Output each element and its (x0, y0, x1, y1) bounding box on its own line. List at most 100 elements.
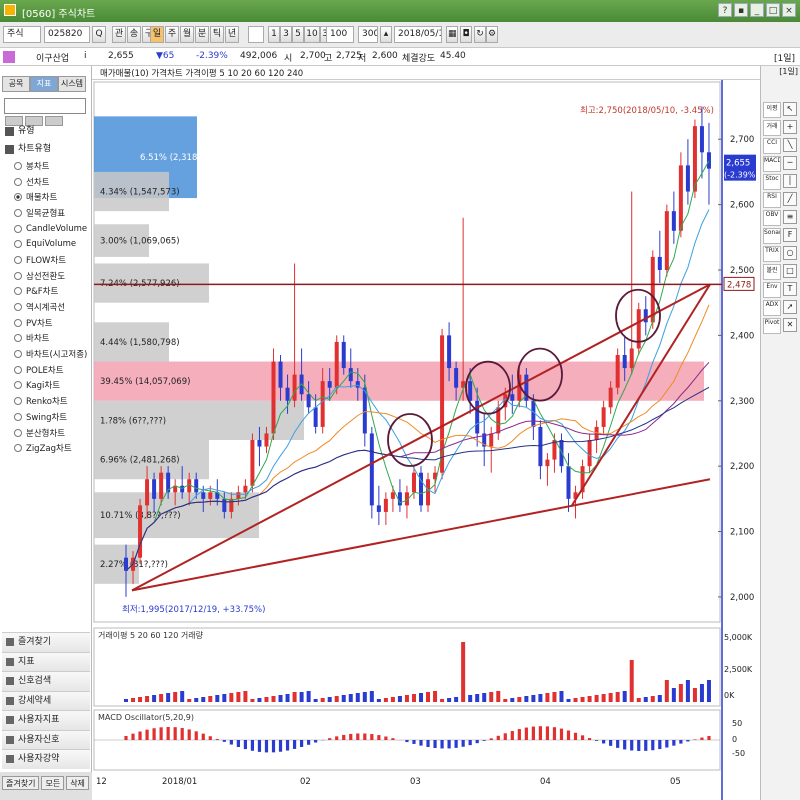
chart-type-option[interactable]: 매물차트 (14, 189, 87, 205)
radio-icon[interactable] (14, 240, 22, 249)
pointer-tool-icon[interactable]: ↖ (783, 102, 797, 116)
rect-tool-icon[interactable]: □ (783, 264, 797, 278)
eraser-tool-icon[interactable]: ✕ (783, 318, 797, 332)
lock-icon[interactable]: ◘ (460, 26, 472, 43)
interval-btn-0[interactable]: 1 (268, 26, 280, 43)
period-btn-1[interactable]: 월 (180, 26, 194, 43)
radio-icon[interactable] (14, 318, 22, 327)
radio-icon[interactable] (14, 255, 22, 264)
chart-type-option[interactable]: 역시계곡선 (14, 299, 87, 315)
chart-type-option[interactable]: FLOW차트 (14, 252, 87, 268)
line-tool-icon[interactable]: ╲ (783, 138, 797, 152)
period-btn-2[interactable]: 분 (195, 26, 209, 43)
indicator-button[interactable]: CCI (763, 138, 781, 154)
channel-tool-icon[interactable]: ≡ (783, 210, 797, 224)
radio-icon[interactable] (14, 177, 22, 186)
period-btn-0[interactable]: 주 (165, 26, 179, 43)
chart-type-option[interactable]: 삼선전환도 (14, 268, 87, 284)
panel-bottom-item[interactable]: 강세약세 (2, 690, 90, 710)
indicator-button[interactable]: Sonar (763, 228, 781, 244)
interval-btn-3[interactable]: 10 (304, 26, 320, 43)
chart-type-option[interactable]: PV차트 (14, 315, 87, 331)
chart-type-option[interactable]: Swing차트 (14, 409, 87, 425)
chart-type-option[interactable]: 분산형차트 (14, 425, 87, 441)
indicator-button[interactable]: Stoc (763, 174, 781, 190)
chart-type-option[interactable]: 바차트(시고저종) (14, 346, 87, 362)
radio-icon[interactable] (14, 350, 22, 359)
section-type-header[interactable]: 유형 (2, 124, 89, 139)
radio-icon[interactable] (14, 334, 22, 343)
period-btn-3[interactable]: 틱 (210, 26, 224, 43)
indicator-button[interactable]: 볼린 (763, 264, 781, 280)
period-btn-4[interactable]: 년 (225, 26, 239, 43)
indicator-button[interactable]: 이평 (763, 102, 781, 118)
interval-btn-2[interactable]: 5 (292, 26, 304, 43)
close-icon[interactable]: × (782, 3, 796, 17)
indicator-button[interactable]: Pivot (763, 318, 781, 334)
tab-system[interactable]: 시스템 (58, 76, 86, 92)
chart-type-option[interactable]: POLE차트 (14, 362, 87, 378)
chart-type-option[interactable]: 선차트 (14, 174, 87, 190)
panel-bottom-item[interactable]: 사용자강약 (2, 749, 90, 769)
ctrl-button-1[interactable]: 송 (127, 26, 141, 43)
radio-icon[interactable] (14, 208, 22, 217)
chart-type-option[interactable]: Kagi차트 (14, 378, 87, 394)
code-input[interactable]: 025820 (44, 26, 90, 43)
radio-icon[interactable] (14, 161, 22, 170)
chart-type-option[interactable]: 봉차트 (14, 158, 87, 174)
vline-tool-icon[interactable]: │ (783, 174, 797, 188)
indicator-button[interactable]: RSI (763, 192, 781, 208)
chart-type-option[interactable]: EquiVolume (14, 236, 87, 252)
market-select[interactable]: 주식 (3, 26, 41, 43)
indicator-button[interactable]: TRIX (763, 246, 781, 262)
count-stepper[interactable]: ▴ (380, 26, 392, 43)
info-icon[interactable]: i (84, 51, 87, 61)
panel-bottom-item[interactable]: 지표 (2, 651, 90, 671)
date-input[interactable]: 2018/05/13 (394, 26, 442, 43)
pin-icon[interactable]: ▪ (734, 3, 748, 17)
settings-icon[interactable]: ⚙ (486, 26, 498, 43)
radio-icon[interactable] (14, 303, 22, 312)
panel-bottom-item[interactable]: 신호검색 (2, 671, 90, 691)
panel-bottom-item[interactable]: 사용자지표 (2, 710, 90, 730)
radio-icon[interactable] (14, 224, 22, 233)
chart-type-option[interactable]: P&F차트 (14, 284, 87, 300)
crosshair-tool-icon[interactable]: + (783, 120, 797, 134)
tab-basic[interactable]: 공목 (2, 76, 30, 92)
text-tool-icon[interactable]: T (783, 282, 797, 296)
chart-type-option[interactable]: 바차트 (14, 331, 87, 347)
footer-delete-button[interactable]: 삭제 (66, 776, 89, 790)
count-input[interactable]: 100 (326, 26, 354, 43)
interval-btn-1[interactable]: 3 (280, 26, 292, 43)
circle-tool-icon[interactable]: ○ (783, 246, 797, 260)
hline-tool-icon[interactable]: ─ (783, 156, 797, 170)
indicator-button[interactable]: MACD (763, 156, 781, 172)
minimize-icon[interactable]: _ (750, 3, 764, 17)
day-button[interactable]: 일 (150, 26, 164, 43)
footer-all-button[interactable]: 모든 (41, 776, 65, 790)
radio-icon[interactable] (14, 271, 22, 280)
chart-type-option[interactable]: Renko차트 (14, 393, 87, 409)
stock-chart[interactable]: 6.51% (2,318,304) 4.34% (1,547,573) 3.00% … (92, 80, 760, 800)
tab-indicator[interactable]: 지표 (30, 76, 58, 92)
search-button[interactable]: Q (92, 26, 106, 43)
radio-icon[interactable] (14, 412, 22, 421)
period-button[interactable]: 관 (112, 26, 126, 43)
chart-type-option[interactable]: 일목균형표 (14, 205, 87, 221)
refresh-icon[interactable]: ↻ (474, 26, 486, 43)
panel-bottom-item[interactable]: 즐겨찾기 (2, 632, 90, 652)
radio-icon[interactable] (14, 287, 22, 296)
radio-icon[interactable] (14, 193, 22, 202)
trend-tool-icon[interactable]: ╱ (783, 192, 797, 206)
calendar-icon[interactable]: ▦ (446, 26, 458, 43)
arrow-tool-icon[interactable]: ➚ (783, 300, 797, 314)
interval-select[interactable] (248, 26, 264, 43)
fibo-tool-icon[interactable]: F (783, 228, 797, 242)
panel-search-input[interactable] (4, 98, 86, 114)
radio-icon[interactable] (14, 428, 22, 437)
maximize-icon[interactable]: □ (766, 3, 780, 17)
indicator-button[interactable]: 거래 (763, 120, 781, 136)
radio-icon[interactable] (14, 365, 22, 374)
radio-icon[interactable] (14, 381, 22, 390)
indicator-button[interactable]: OBV (763, 210, 781, 226)
